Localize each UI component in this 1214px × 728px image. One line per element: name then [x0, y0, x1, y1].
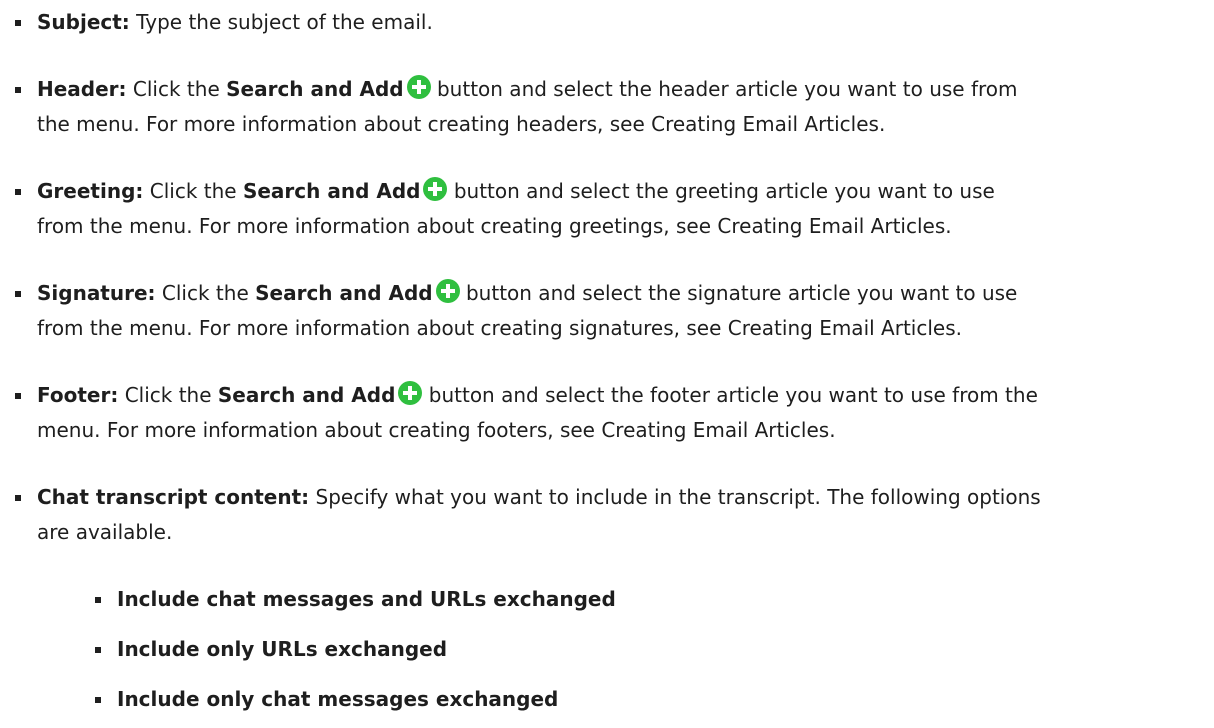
list-item-header: Header: Click the Search and Add button …	[0, 72, 1190, 142]
item-label: Chat transcript content:	[37, 485, 310, 509]
bullet-marker	[95, 647, 101, 653]
item-text-line2: the menu. For more information about cre…	[37, 112, 886, 136]
add-circle-icon	[435, 279, 460, 303]
item-text-line2: from the menu. For more information abou…	[37, 316, 962, 340]
item-text: Type the subject of the email.	[136, 10, 433, 34]
item-text: Specify what you want to include in the …	[315, 485, 1041, 509]
bullet-marker	[15, 393, 21, 399]
document-body: Subject: Type the subject of the email. …	[0, 0, 1214, 728]
list-item-subject: Subject: Type the subject of the email.	[0, 5, 1190, 40]
add-circle-icon	[406, 75, 431, 99]
list-item-footer: Footer: Click the Search and Add button …	[0, 378, 1190, 448]
search-and-add-label: Search and Add	[242, 179, 421, 203]
bullet-marker	[15, 495, 21, 501]
sub-item-text: Include only chat messages exchanged	[117, 687, 559, 711]
sub-item-text: Include chat messages and URLs exchanged	[117, 587, 616, 611]
sub-list-item: Include only URLs exchanged	[0, 632, 1190, 667]
item-label: Subject:	[37, 10, 130, 34]
item-label: Header:	[37, 77, 127, 101]
sub-list-item: Include chat messages and URLs exchanged	[0, 582, 1190, 617]
item-text-pre: Click the	[161, 281, 249, 305]
item-text-pre: Click the	[149, 179, 237, 203]
bullet-marker	[15, 20, 21, 26]
item-text-post: button and select the header article you…	[436, 77, 1018, 101]
item-text-pre: Click the	[132, 77, 220, 101]
bullet-marker	[95, 697, 101, 703]
list-item-greeting: Greeting: Click the Search and Add butto…	[0, 174, 1190, 244]
item-text-pre: Click the	[124, 383, 212, 407]
add-circle-icon	[398, 381, 423, 405]
sub-item-text: Include only URLs exchanged	[117, 637, 448, 661]
item-text-post: button and select the signature article …	[465, 281, 1018, 305]
add-circle-icon	[423, 177, 448, 201]
item-text-post: button and select the footer article you…	[428, 383, 1038, 407]
sub-list-item: Include only chat messages exchanged	[0, 682, 1190, 717]
bullet-marker	[15, 189, 21, 195]
search-and-add-label: Search and Add	[226, 77, 404, 101]
item-text-post: button and select the greeting article y…	[453, 179, 995, 203]
item-label: Signature:	[37, 281, 156, 305]
item-text-line2: from the menu. For more information abou…	[37, 214, 952, 238]
list-item-chat-transcript-content: Chat transcript content: Specify what yo…	[0, 480, 1190, 550]
search-and-add-label: Search and Add	[255, 281, 433, 305]
bullet-marker	[95, 597, 101, 603]
item-label: Footer:	[37, 383, 119, 407]
bullet-marker	[15, 291, 21, 297]
search-and-add-label: Search and Add	[217, 383, 396, 407]
item-text-line2: menu. For more information about creatin…	[37, 418, 836, 442]
list-item-signature: Signature: Click the Search and Add butt…	[0, 276, 1190, 346]
bullet-marker	[15, 87, 21, 93]
item-label: Greeting:	[37, 179, 144, 203]
item-text-line2: are available.	[37, 520, 173, 544]
